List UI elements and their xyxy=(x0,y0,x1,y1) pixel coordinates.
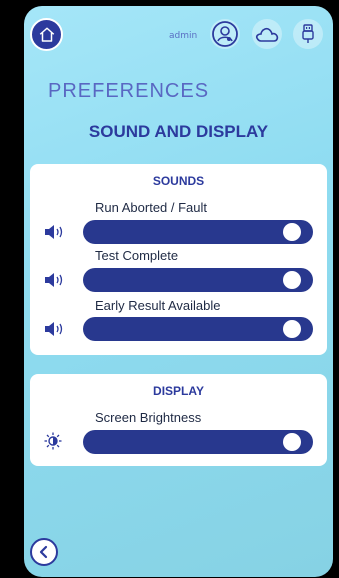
speaker-icon xyxy=(45,273,63,287)
app-screen: admin PREFERENCES SOUND AND DISPLAY SOUN… xyxy=(24,6,333,577)
sound-label-test-complete: Test Complete xyxy=(95,248,179,263)
slider-knob[interactable] xyxy=(283,271,301,289)
back-button[interactable] xyxy=(30,538,58,566)
early-result-volume-slider[interactable] xyxy=(83,317,313,341)
speaker-icon xyxy=(45,322,63,336)
sounds-card: SOUNDS Run Aborted / Fault Test Complete… xyxy=(30,164,327,355)
brightness-slider[interactable] xyxy=(83,430,313,454)
display-label-brightness: Screen Brightness xyxy=(95,410,202,425)
sound-label-early-result: Early Result Available xyxy=(95,298,221,313)
page-subtitle: SOUND AND DISPLAY xyxy=(88,122,269,141)
run-aborted-volume-slider[interactable] xyxy=(83,220,313,244)
user-button[interactable] xyxy=(210,19,240,49)
page-section-title: PREFERENCES xyxy=(48,80,210,102)
user-icon xyxy=(212,21,238,47)
cloud-button[interactable] xyxy=(252,19,282,49)
speaker-icon xyxy=(45,225,63,239)
home-button[interactable] xyxy=(30,18,63,51)
slider-knob[interactable] xyxy=(283,320,301,338)
display-title: DISPLAY xyxy=(153,384,204,398)
usb-icon xyxy=(302,24,314,43)
sound-label-run-aborted: Run Aborted / Fault xyxy=(95,200,208,215)
slider-knob[interactable] xyxy=(283,433,301,451)
top-bar: admin xyxy=(24,6,333,66)
home-icon xyxy=(39,27,54,42)
display-card: DISPLAY Screen Brightness xyxy=(30,374,327,466)
cloud-icon xyxy=(255,27,279,42)
test-complete-volume-slider[interactable] xyxy=(83,268,313,292)
username-label: admin xyxy=(169,31,198,41)
slider-knob[interactable] xyxy=(283,223,301,241)
brightness-icon xyxy=(44,432,62,450)
usb-button[interactable] xyxy=(293,19,323,49)
back-icon xyxy=(39,545,48,559)
sounds-title: SOUNDS xyxy=(152,174,205,188)
